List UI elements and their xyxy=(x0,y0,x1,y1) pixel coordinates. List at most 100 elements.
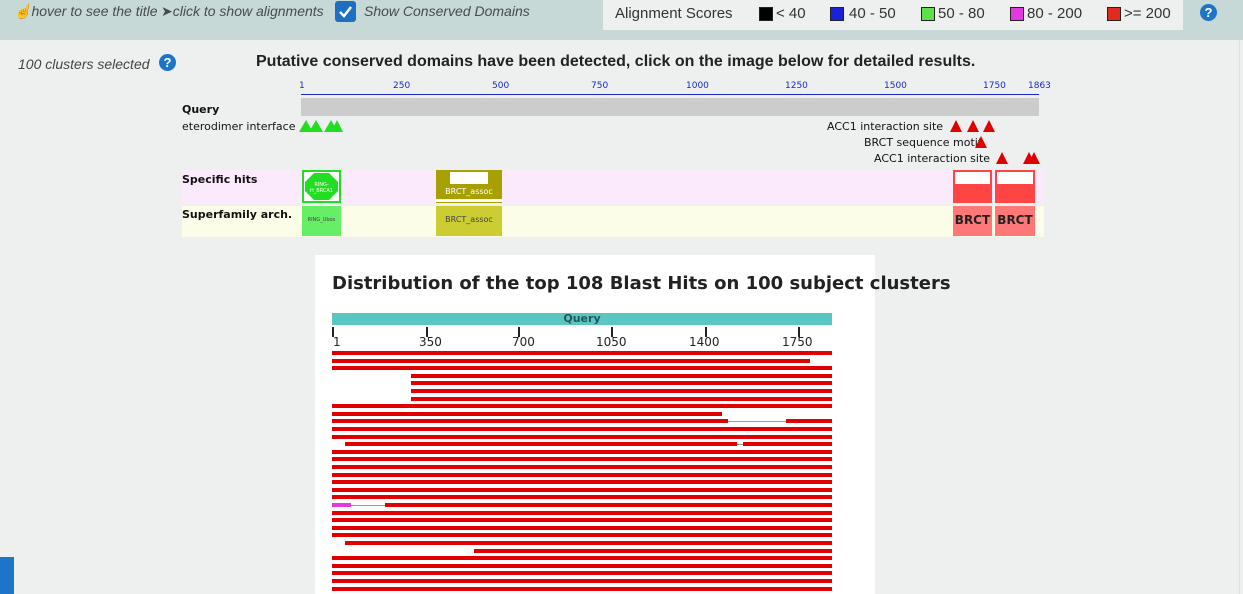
acc1-site-markers-2[interactable] xyxy=(996,151,1042,165)
blast-hit-segment[interactable] xyxy=(785,419,832,424)
blast-hit-segment[interactable] xyxy=(332,457,832,462)
hand-pointer-icon: ☝ xyxy=(14,3,32,19)
legend-label-4: >= 200 xyxy=(1124,5,1171,22)
brct-assoc-superfamily-hit[interactable]: BRCT_assoc xyxy=(436,206,502,236)
brct1-specific-hit[interactable] xyxy=(953,170,992,203)
blast-hit-gap xyxy=(350,505,386,506)
blast-hit-segment[interactable] xyxy=(332,472,832,477)
blast-hit-segment[interactable] xyxy=(332,449,832,454)
ring-specific-label: RING-H_BRCA1 xyxy=(309,182,333,194)
side-expand-tab[interactable] xyxy=(0,557,14,594)
brct1-fill xyxy=(955,184,990,201)
blast-hit-segment[interactable] xyxy=(385,503,832,507)
legend-swatch-green xyxy=(921,7,935,21)
blast-hit-segment[interactable] xyxy=(410,381,832,386)
legend-label-1: 40 - 50 xyxy=(849,5,896,22)
scale-axis xyxy=(301,94,1039,95)
blast-hit-segment[interactable] xyxy=(332,411,723,416)
blast-hit-segment[interactable] xyxy=(332,366,832,371)
blast-hit-segment[interactable] xyxy=(332,487,832,492)
scale-tick-label: 1750 xyxy=(983,81,1006,91)
legend-label-2: 50 - 80 xyxy=(938,5,985,22)
gap-marker xyxy=(450,172,488,184)
heterodimer-site-markers[interactable] xyxy=(299,119,349,133)
scale-tick-label: 750 xyxy=(591,81,609,91)
axis-label: 1750 xyxy=(782,335,813,349)
superfamily-label: Superfamily arch. xyxy=(182,208,293,221)
clusters-help-icon[interactable]: ? xyxy=(159,54,176,71)
brct1-superfamily-hit[interactable]: BRCT xyxy=(953,206,992,236)
blast-hit-segment[interactable] xyxy=(344,442,738,447)
show-conserved-domains-checkbox[interactable] xyxy=(335,1,356,22)
legend-label-3: 80 - 200 xyxy=(1027,5,1083,22)
blast-hit-segment[interactable] xyxy=(344,541,832,545)
scale-tick-label: 1 xyxy=(299,81,305,91)
blast-hit-segment[interactable] xyxy=(332,358,810,363)
blast-hit-segment[interactable] xyxy=(474,548,832,553)
query-bar xyxy=(301,98,1039,116)
help-icon[interactable]: ? xyxy=(1200,4,1217,21)
blast-hit-segment[interactable] xyxy=(332,586,832,591)
acc1-site-markers-1[interactable] xyxy=(950,119,1000,133)
scale-tick-label: 1250 xyxy=(785,81,808,91)
legend-swatch-magenta xyxy=(1010,7,1024,21)
acc1-interaction-label-2: ACC1 interaction site xyxy=(874,152,991,165)
brct-assoc-specific-hit[interactable]: BRCT_assoc xyxy=(436,170,502,203)
axis-label: 1400 xyxy=(689,335,720,349)
brct-assoc-specific-label: BRCT_assoc xyxy=(445,187,493,196)
legend-swatch-black xyxy=(759,7,773,21)
brct2-superfamily-hit[interactable]: BRCT xyxy=(995,206,1035,236)
axis-label: 700 xyxy=(512,335,535,349)
blast-hit-segment[interactable] xyxy=(332,480,832,485)
blast-hit-segment[interactable] xyxy=(332,518,832,523)
blast-hit-segment[interactable] xyxy=(332,510,832,515)
blast-hit-segment[interactable] xyxy=(332,556,832,561)
blast-hits-title: Distribution of the top 108 Blast Hits o… xyxy=(332,273,951,294)
legend-swatch-red xyxy=(1107,7,1121,21)
scale-tick-label: 1000 xyxy=(686,81,709,91)
blast-hit-segment[interactable] xyxy=(332,419,728,424)
specific-hits-label: Specific hits xyxy=(182,173,258,186)
cursor-arrow-icon: ➤ xyxy=(161,3,173,19)
blast-hit-segment[interactable] xyxy=(332,533,832,538)
blast-hit-segment[interactable] xyxy=(410,373,832,378)
blast-hit-segment[interactable] xyxy=(332,495,832,500)
blast-hit-segment[interactable] xyxy=(332,525,832,530)
blast-hit-gap xyxy=(727,421,786,423)
blast-hit-segment[interactable] xyxy=(332,571,832,576)
blast-hit-segment[interactable] xyxy=(742,442,832,447)
gap-marker xyxy=(436,199,502,202)
conserved-domains-graphic[interactable]: 1 250 500 750 1000 1250 1500 1750 1863 Q… xyxy=(180,78,1051,240)
blast-hit-segment[interactable] xyxy=(332,579,832,583)
blast-hit-segment[interactable] xyxy=(332,503,351,507)
blast-hit-segment[interactable] xyxy=(332,404,832,409)
legend-swatch-blue xyxy=(830,7,844,21)
brct-motif-marker[interactable] xyxy=(975,135,989,149)
axis-label: 350 xyxy=(419,335,442,349)
axis-label: 1 xyxy=(333,335,341,349)
ring-superfamily-label: RING_Ubox xyxy=(307,217,336,223)
ring-superfamily-hit[interactable]: RING_Ubox xyxy=(302,206,341,236)
scale-tick-label: 250 xyxy=(393,81,411,91)
hover-hint: ☝hover to see the title xyxy=(14,3,158,19)
legend-label-0: < 40 xyxy=(776,5,806,22)
blast-hit-segment[interactable] xyxy=(332,563,832,568)
checkmark-icon xyxy=(339,6,352,18)
blast-hit-segment[interactable] xyxy=(332,427,832,431)
blast-hit-segment[interactable] xyxy=(410,389,832,393)
brct-motif-label: BRCT sequence motif xyxy=(864,136,982,149)
clusters-selected: 100 clusters selected xyxy=(18,56,150,72)
blast-hit-segment[interactable] xyxy=(332,465,832,469)
acc1-interaction-label-1: ACC1 interaction site xyxy=(827,120,944,133)
blast-hit-segment[interactable] xyxy=(332,351,832,355)
blast-hit-segment[interactable] xyxy=(410,396,832,401)
brct-assoc-superfamily-label: BRCT_assoc xyxy=(445,215,493,224)
blast-hits-panel: Distribution of the top 108 Blast Hits o… xyxy=(315,255,951,594)
query-bar[interactable]: Query xyxy=(332,312,832,325)
heterodimer-row-label: eterodimer interface xyxy=(182,120,296,133)
show-conserved-domains-label[interactable]: Show Conserved Domains xyxy=(364,3,530,19)
legend-title: Alignment Scores xyxy=(615,5,733,22)
blast-hit-segment[interactable] xyxy=(332,434,832,439)
brct2-specific-hit[interactable] xyxy=(995,170,1035,203)
ring-specific-hit[interactable]: RING-H_BRCA1 xyxy=(302,170,341,203)
